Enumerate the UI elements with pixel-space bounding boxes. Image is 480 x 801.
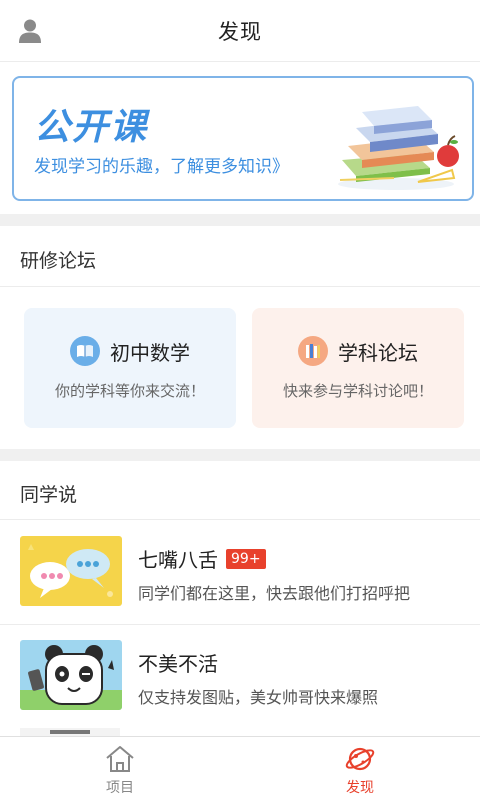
bottom-tab-bar: 项目 发现	[0, 736, 480, 800]
list-item-chatter[interactable]: 七嘴八舌 99+ 同学们都在这里，快去跟他们打招呼把	[0, 520, 480, 624]
unread-count-badge: 99+	[226, 548, 266, 569]
card-title: 初中数学	[110, 340, 190, 365]
chat-bubbles-thumbnail	[20, 536, 122, 606]
section-gap	[0, 449, 480, 461]
forum-section-title: 研修论坛	[20, 250, 97, 272]
section-gap	[0, 214, 480, 226]
tab-discover[interactable]: 发现	[240, 737, 480, 801]
books-illustration	[338, 106, 459, 190]
tab-label: 项目	[106, 780, 134, 796]
list-item-peek	[20, 728, 120, 736]
banner-title: 公开课	[34, 107, 149, 148]
planet-icon	[345, 747, 375, 771]
card-junior-math[interactable]: 初中数学 你的学科等你来交流！	[24, 308, 236, 428]
list-item-selfie[interactable]: 不美不活 仅支持发图贴，美女帅哥快来爆照	[0, 624, 480, 728]
divider	[0, 286, 480, 287]
item-title: 七嘴八舌	[138, 548, 218, 572]
item-title: 不美不活	[138, 652, 218, 676]
item-desc: 仅支持发图贴，美女帅哥快来爆照	[138, 688, 379, 707]
card-subject-forum[interactable]: 学科论坛 快来参与学科讨论吧！	[252, 308, 464, 428]
panda-selfie-thumbnail	[20, 640, 122, 710]
tab-project[interactable]: 项目	[0, 737, 240, 801]
top-bar: 发现	[0, 0, 480, 62]
open-course-banner[interactable]: 公开课 发现学习的乐趣，了解更多知识》	[12, 76, 474, 201]
card-title: 学科论坛	[338, 340, 418, 365]
books-icon	[298, 336, 328, 366]
card-desc: 你的学科等你来交流！	[54, 382, 205, 400]
person-icon[interactable]	[18, 18, 42, 44]
card-desc: 快来参与学科讨论吧！	[282, 382, 433, 400]
tab-label: 发现	[346, 780, 374, 796]
banner-subtitle: 发现学习的乐趣，了解更多知识》	[34, 157, 289, 177]
home-icon	[106, 746, 134, 772]
book-icon	[70, 336, 100, 366]
classmates-section-title: 同学说	[20, 484, 78, 506]
page-title: 发现	[218, 19, 262, 44]
item-desc: 同学们都在这里，快去跟他们打招呼把	[138, 584, 411, 603]
